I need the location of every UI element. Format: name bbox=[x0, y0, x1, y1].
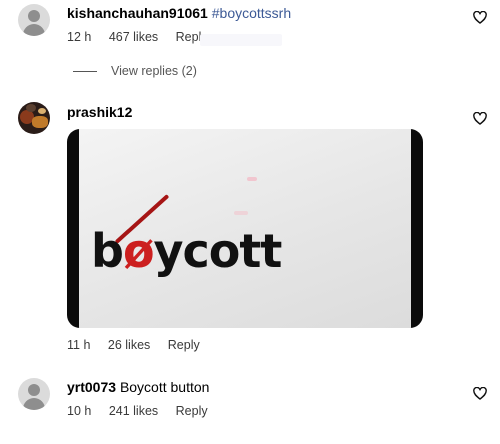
comment-2-media-image[interactable]: bøycott bbox=[67, 129, 423, 328]
comment-3-time: 10 h bbox=[67, 404, 92, 418]
comment-1-header: kishanchauhan91061 #boycottssrh bbox=[67, 5, 291, 21]
media-smudge bbox=[234, 211, 248, 215]
comment-2-username[interactable]: prashik12 bbox=[67, 104, 132, 120]
comment-1-username[interactable]: kishanchauhan91061 bbox=[67, 5, 208, 21]
boycott-logo-text: bøycott bbox=[91, 224, 283, 278]
avatar-photo-detail bbox=[26, 104, 36, 112]
comment-3-reply-button[interactable]: Reply bbox=[176, 404, 208, 418]
logo-crossed-o: ø bbox=[122, 224, 155, 278]
comment-2-time: 11 h bbox=[67, 338, 91, 352]
comment-1-hashtag[interactable]: #boycottssrh bbox=[212, 5, 291, 21]
comment-3-header: yrt0073 Boycott button bbox=[67, 379, 209, 395]
avatar-photo-detail bbox=[32, 116, 48, 128]
avatar-photo[interactable] bbox=[18, 102, 50, 134]
comment-3-username[interactable]: yrt0073 bbox=[67, 379, 116, 395]
media-smudge bbox=[247, 177, 257, 181]
avatar-photo-detail bbox=[38, 108, 46, 114]
view-replies-line bbox=[73, 71, 97, 73]
comment-3-meta: 10 h 241 likes Reply bbox=[67, 404, 222, 418]
view-replies-label: View replies (2) bbox=[111, 64, 197, 78]
heart-outline-icon[interactable] bbox=[473, 387, 487, 400]
view-replies-button[interactable]: View replies (2) bbox=[73, 64, 197, 78]
comment-3-likes[interactable]: 241 likes bbox=[109, 404, 158, 418]
logo-prefix: b bbox=[91, 224, 124, 278]
decorative-smudge bbox=[200, 34, 282, 46]
comment-2-reply-button[interactable]: Reply bbox=[168, 338, 200, 352]
comment-2-likes[interactable]: 26 likes bbox=[108, 338, 150, 352]
comment-1-likes[interactable]: 467 likes bbox=[109, 30, 158, 44]
avatar-default-icon[interactable] bbox=[18, 4, 50, 36]
heart-outline-icon[interactable] bbox=[473, 11, 487, 24]
logo-suffix: ycott bbox=[153, 224, 283, 278]
media-frame: bøycott bbox=[79, 129, 411, 328]
comment-1-time: 12 h bbox=[67, 30, 92, 44]
comment-1-meta: 12 h 467 likes Reply bbox=[67, 30, 222, 44]
heart-outline-icon[interactable] bbox=[473, 112, 487, 125]
comment-2-meta: 11 h 26 likes Reply bbox=[67, 338, 214, 352]
comment-3-text: Boycott button bbox=[119, 379, 210, 395]
avatar-default-icon[interactable] bbox=[18, 378, 50, 410]
